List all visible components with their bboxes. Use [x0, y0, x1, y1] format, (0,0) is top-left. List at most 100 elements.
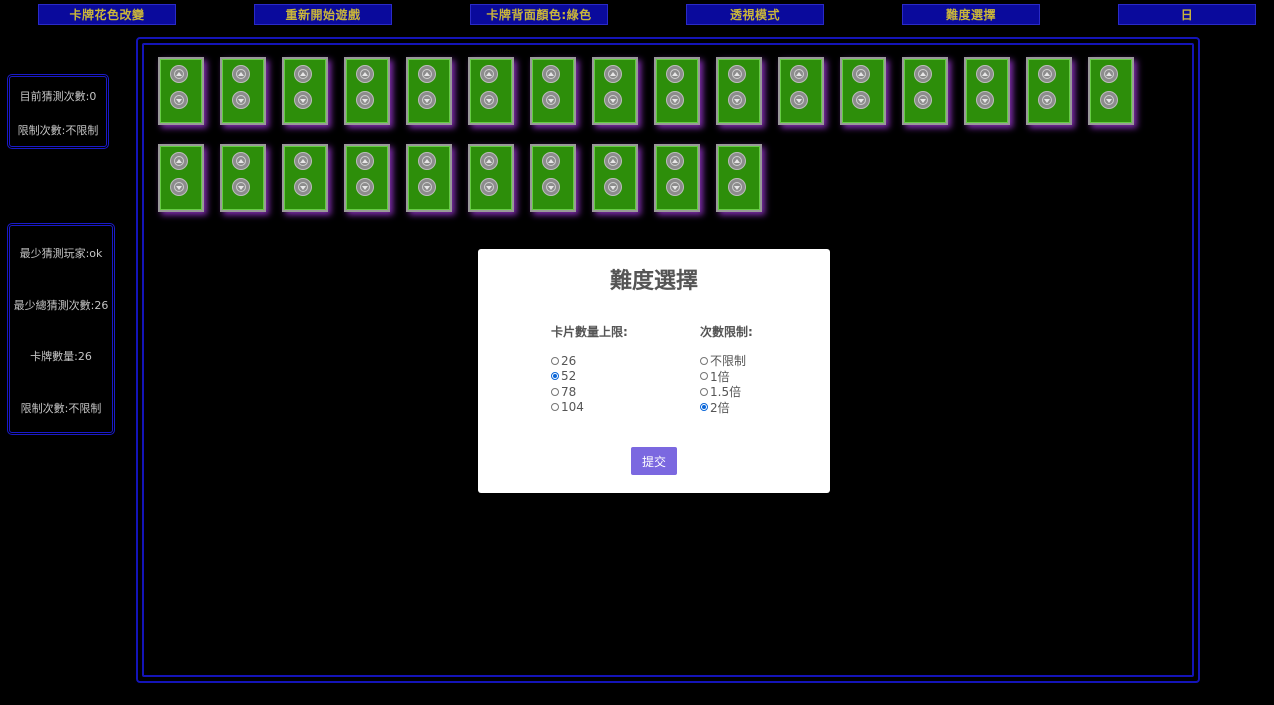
spade-icon [294, 65, 312, 83]
card-limit-radio[interactable] [551, 387, 559, 396]
spade-icon [604, 152, 622, 170]
spade-icon [542, 178, 560, 196]
spade-icon [728, 91, 746, 109]
spade-icon [542, 91, 560, 109]
card-back[interactable] [592, 144, 638, 212]
spade-icon [232, 65, 250, 83]
perspective-mode-button[interactable]: 透視模式 [686, 4, 824, 25]
card-limit-radio[interactable] [551, 372, 559, 381]
card-back[interactable] [220, 57, 266, 125]
card-back[interactable] [158, 57, 204, 125]
card-back[interactable] [654, 57, 700, 125]
theme-toggle-button[interactable]: 日 [1118, 4, 1256, 25]
submit-button[interactable]: 提交 [631, 447, 677, 475]
spade-icon [170, 178, 188, 196]
spade-icon [604, 178, 622, 196]
card-back[interactable] [406, 57, 452, 125]
spade-icon [294, 152, 312, 170]
modal-title: 難度選擇 [609, 269, 698, 294]
guess-limit-radio[interactable] [700, 403, 708, 412]
spade-icon [232, 152, 250, 170]
card-back[interactable] [406, 144, 452, 212]
card-limit-option[interactable]: 52 [551, 369, 628, 385]
card-back-color-button[interactable]: 卡牌背面顏色:綠色 [470, 4, 608, 25]
spade-icon [1100, 65, 1118, 83]
spade-icon [170, 152, 188, 170]
limit-text: 限制次數:不限制 [17, 124, 99, 137]
guess-limit-group: 次數限制: 不限制 1倍 1.5倍 2倍 [700, 323, 753, 415]
card-back[interactable] [592, 57, 638, 125]
change-suit-button[interactable]: 卡牌花色改變 [38, 4, 176, 25]
guess-limit-option[interactable]: 不限制 [700, 353, 753, 369]
guess-limit-radio[interactable] [700, 356, 708, 365]
card-back[interactable] [468, 144, 514, 212]
card-back[interactable] [654, 144, 700, 212]
card-back[interactable] [344, 144, 390, 212]
restart-game-button[interactable]: 重新開始遊戲 [254, 4, 392, 25]
card-limit-option[interactable]: 104 [551, 400, 628, 416]
card-limit-option-label: 78 [561, 384, 577, 399]
card-limit-option[interactable]: 78 [551, 384, 628, 400]
spade-icon [542, 65, 560, 83]
card-limit-radio[interactable] [551, 356, 559, 365]
spade-icon [356, 178, 374, 196]
card-back[interactable] [902, 57, 948, 125]
card-back[interactable] [282, 57, 328, 125]
guess-limit-option[interactable]: 1.5倍 [700, 384, 753, 400]
spade-icon [294, 178, 312, 196]
card-back[interactable] [1088, 57, 1134, 125]
card-limit-option[interactable]: 26 [551, 353, 628, 369]
card-back[interactable] [344, 57, 390, 125]
spade-icon [852, 65, 870, 83]
guess-limit-option-label: 2倍 [710, 400, 730, 415]
card-limit-radio[interactable] [551, 403, 559, 412]
card-back[interactable] [964, 57, 1010, 125]
spade-icon [232, 91, 250, 109]
guess-limit-option-label: 不限制 [710, 354, 747, 369]
difficulty-button[interactable]: 難度選擇 [902, 4, 1040, 25]
card-back[interactable] [530, 144, 576, 212]
spade-icon [418, 178, 436, 196]
guess-limit-label: 次數限制: [700, 325, 753, 339]
card-limit-option-label: 26 [561, 353, 577, 368]
spade-icon [852, 91, 870, 109]
records-limit-text: 限制次數:不限制 [20, 402, 102, 415]
card-limit-group: 卡片數量上限: 26 52 78 104 [551, 323, 628, 415]
spade-icon [418, 65, 436, 83]
card-back[interactable] [158, 144, 204, 212]
spade-icon [480, 65, 498, 83]
card-back[interactable] [1026, 57, 1072, 125]
spade-icon [914, 65, 932, 83]
spade-icon [604, 91, 622, 109]
card-back[interactable] [468, 57, 514, 125]
guess-limit-option[interactable]: 2倍 [700, 400, 753, 416]
card-count-text: 卡牌數量:26 [30, 350, 92, 363]
spade-icon [666, 152, 684, 170]
stats-panel: 目前猜測次數:0 限制次數:不限制 [7, 74, 109, 149]
guess-limit-radio[interactable] [700, 387, 708, 396]
spade-icon [728, 178, 746, 196]
card-back[interactable] [778, 57, 824, 125]
spade-icon [604, 65, 622, 83]
card-back[interactable] [716, 57, 762, 125]
spade-icon [480, 91, 498, 109]
spade-icon [666, 65, 684, 83]
guess-limit-option[interactable]: 1倍 [700, 369, 753, 385]
spade-icon [356, 91, 374, 109]
min-total-guesses-text: 最少總猜測次數:26 [13, 299, 109, 312]
card-limit-option-label: 104 [561, 400, 584, 415]
spade-icon [728, 152, 746, 170]
spade-icon [666, 178, 684, 196]
spade-icon [480, 178, 498, 196]
current-guesses-text: 目前猜測次數:0 [19, 90, 97, 103]
guess-limit-option-label: 1倍 [710, 369, 730, 384]
guess-limit-radio[interactable] [700, 372, 708, 381]
card-back[interactable] [530, 57, 576, 125]
card-back[interactable] [282, 144, 328, 212]
card-back[interactable] [840, 57, 886, 125]
card-back[interactable] [220, 144, 266, 212]
spade-icon [170, 65, 188, 83]
card-back[interactable] [716, 144, 762, 212]
spade-icon [976, 65, 994, 83]
spade-icon [232, 178, 250, 196]
